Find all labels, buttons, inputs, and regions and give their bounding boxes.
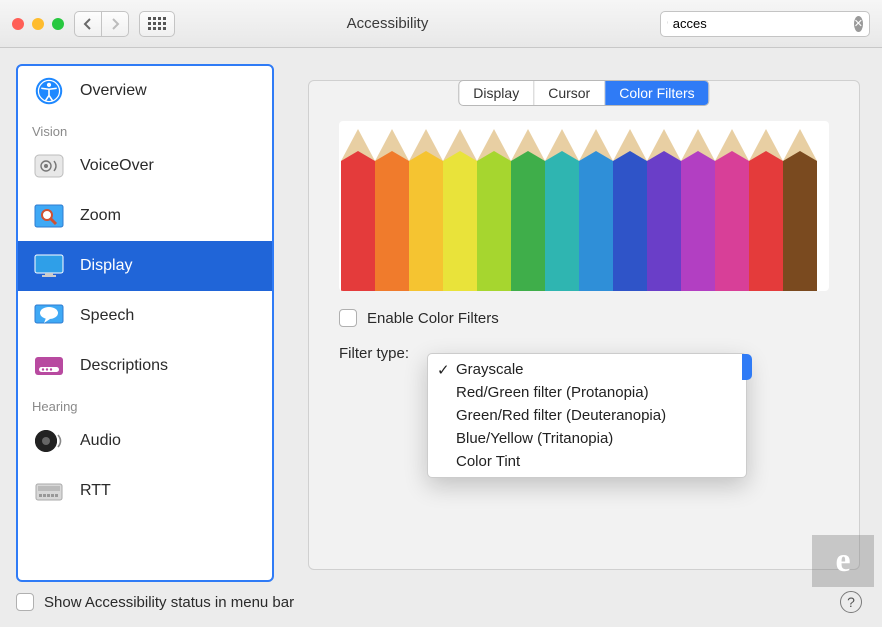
voiceover-icon	[32, 151, 66, 181]
sidebar-item-label: Speech	[80, 307, 134, 325]
audio-icon	[32, 426, 66, 456]
back-button[interactable]	[74, 11, 101, 37]
titlebar: Accessibility ✕	[0, 0, 882, 48]
help-button[interactable]: ?	[840, 591, 862, 613]
traffic-lights	[12, 18, 64, 30]
enable-filters-row: Enable Color Filters	[339, 309, 829, 327]
sidebar-item-voiceover[interactable]: VoiceOver	[18, 141, 272, 191]
menubar-status-label: Show Accessibility status in menu bar	[44, 594, 294, 611]
minimize-window-button[interactable]	[32, 18, 44, 30]
sidebar-item-descriptions[interactable]: Descriptions	[18, 341, 272, 391]
sidebar: Overview Vision VoiceOver Zoom Display S…	[16, 64, 274, 582]
footer-row: Show Accessibility status in menu bar	[16, 593, 294, 611]
descriptions-icon	[32, 351, 66, 381]
speech-icon	[32, 301, 66, 331]
sidebar-item-audio[interactable]: Audio	[18, 416, 272, 466]
tab-cursor[interactable]: Cursor	[534, 81, 605, 105]
sidebar-item-speech[interactable]: Speech	[18, 291, 272, 341]
settings-panel: Display Cursor Color Filters Enable Colo…	[308, 80, 860, 570]
window-title: Accessibility	[185, 15, 650, 32]
sidebar-item-overview[interactable]: Overview	[18, 66, 272, 116]
grid-icon	[148, 17, 166, 30]
enable-filters-checkbox[interactable]	[339, 309, 357, 327]
dropdown-option-color-tint[interactable]: Color Tint	[428, 450, 746, 473]
tab-bar: Display Cursor Color Filters	[458, 80, 709, 106]
zoom-window-button[interactable]	[52, 18, 64, 30]
sidebar-item-label: Descriptions	[80, 357, 168, 375]
sidebar-item-label: VoiceOver	[80, 157, 154, 175]
sidebar-item-label: Display	[80, 257, 132, 275]
sidebar-item-display[interactable]: Display	[18, 241, 272, 291]
search-field-container[interactable]: ✕	[660, 11, 870, 37]
sidebar-item-label: Zoom	[80, 207, 121, 225]
display-icon	[32, 251, 66, 281]
close-window-button[interactable]	[12, 18, 24, 30]
sidebar-item-label: Audio	[80, 432, 121, 450]
sidebar-header-vision: Vision	[18, 116, 272, 141]
accessibility-icon	[32, 76, 66, 106]
tab-color-filters[interactable]: Color Filters	[605, 81, 708, 105]
sidebar-item-rtt[interactable]: RTT	[18, 466, 272, 516]
sidebar-item-label: Overview	[80, 82, 147, 100]
nav-buttons	[74, 11, 129, 37]
sidebar-item-label: RTT	[80, 482, 111, 500]
dropdown-option-grayscale[interactable]: Grayscale	[428, 358, 746, 381]
content-area: Overview Vision VoiceOver Zoom Display S…	[0, 48, 882, 588]
watermark-badge: e	[812, 535, 874, 587]
filter-type-dropdown[interactable]: Grayscale Red/Green filter (Protanopia) …	[427, 353, 747, 478]
show-all-prefs-button[interactable]	[139, 11, 175, 37]
filter-type-label: Filter type:	[339, 345, 409, 362]
dropdown-option-protanopia[interactable]: Red/Green filter (Protanopia)	[428, 381, 746, 404]
sidebar-header-hearing: Hearing	[18, 391, 272, 416]
rtt-icon	[32, 476, 66, 506]
dropdown-option-tritanopia[interactable]: Blue/Yellow (Tritanopia)	[428, 427, 746, 450]
sidebar-item-zoom[interactable]: Zoom	[18, 191, 272, 241]
search-icon	[667, 17, 668, 30]
tab-display[interactable]: Display	[459, 81, 534, 105]
color-preview-pencils	[339, 121, 829, 291]
search-input[interactable]	[673, 16, 849, 31]
dropdown-option-deuteranopia[interactable]: Green/Red filter (Deuteranopia)	[428, 404, 746, 427]
enable-filters-label: Enable Color Filters	[367, 310, 499, 327]
clear-search-button[interactable]: ✕	[854, 16, 863, 32]
forward-button[interactable]	[101, 11, 129, 37]
zoom-icon	[32, 201, 66, 231]
menubar-status-checkbox[interactable]	[16, 593, 34, 611]
main-panel: Display Cursor Color Filters Enable Colo…	[292, 64, 876, 582]
